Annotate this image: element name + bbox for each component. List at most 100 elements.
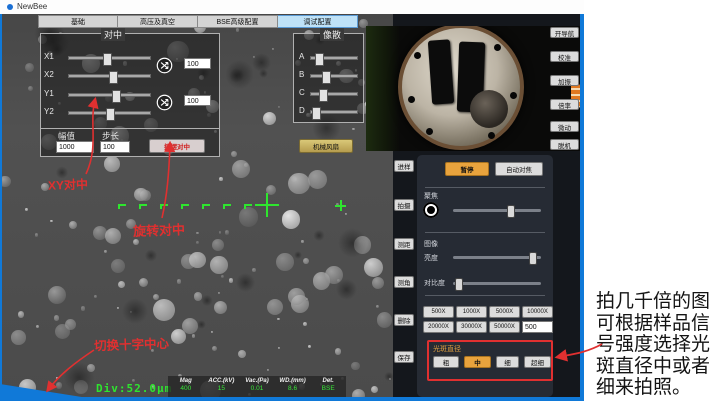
sem-particle	[133, 239, 139, 245]
sem-image[interactable]: 对中 X1X2Y1Y2 幅值 1000 步长 100 摇摆对中 100100 像…	[2, 14, 393, 397]
title-bar[interactable]: NewBee	[0, 0, 584, 15]
pause-button[interactable]: 暂停	[445, 162, 489, 176]
status-label: Det.	[310, 378, 346, 384]
sem-particle	[335, 348, 342, 355]
green-tick-mark	[139, 204, 147, 209]
slider-handle-D[interactable]	[312, 107, 321, 120]
tab-基础[interactable]: 基础	[38, 15, 118, 28]
mag-button-10000X[interactable]: 10000X	[522, 306, 553, 318]
sem-shadow-blob	[294, 251, 302, 259]
slider-X2[interactable]	[68, 74, 151, 78]
status-value: 8.6	[275, 385, 311, 392]
sem-particle	[2, 176, 11, 188]
slider-handle-C[interactable]	[319, 89, 328, 102]
focus-dot-icon	[423, 202, 439, 218]
tool-button-保存[interactable]: 保存	[394, 351, 414, 363]
slider-handle-B[interactable]	[322, 71, 331, 84]
focus-slider[interactable]	[453, 209, 541, 212]
sem-particle	[218, 292, 220, 294]
side-note-text: 拍几千倍的图 可根据样品信 号强度选择光 斑直径中或者 细来拍照。	[596, 291, 718, 399]
focus-label: 聚焦	[424, 191, 438, 201]
contrast-slider[interactable]	[453, 282, 541, 285]
status-column-Mag: Mag400	[168, 376, 204, 397]
wobble-centering-button[interactable]: 摇摆对中	[149, 139, 205, 153]
slider-A[interactable]	[310, 56, 358, 60]
mechanical-fan-button[interactable]: 机械风扇	[299, 139, 353, 153]
sem-particle	[306, 298, 308, 300]
tab-BSE高级配置[interactable]: BSE高级配置	[198, 15, 278, 28]
swap-xy-icon[interactable]	[156, 57, 173, 74]
window-border-bottom	[0, 397, 584, 401]
status-value: 400	[168, 385, 204, 392]
slider-handle-X2[interactable]	[109, 71, 118, 84]
sem-particle	[196, 241, 199, 244]
slider-Y2[interactable]	[68, 111, 151, 115]
magnification-input[interactable]: 500	[522, 321, 553, 333]
swap-xy-icon[interactable]	[156, 94, 173, 111]
mag-button-20000X[interactable]: 20000X	[423, 321, 454, 333]
sem-particle	[277, 318, 279, 320]
step-input[interactable]: 100	[100, 141, 130, 153]
mag-button-5000X[interactable]: 5000X	[489, 306, 520, 318]
slider-Y1[interactable]	[68, 93, 151, 97]
slider-C[interactable]	[310, 92, 358, 96]
slider-label-Y2: Y2	[44, 107, 54, 116]
slider-label-Y1: Y1	[44, 89, 54, 98]
slider-handle-X1[interactable]	[103, 53, 112, 66]
brightness-label: 亮度	[424, 253, 438, 263]
focus-slider-handle[interactable]	[507, 205, 515, 218]
tool-button-拍摄[interactable]: 拍摄	[394, 199, 414, 211]
tool-button-删除[interactable]: 删除	[394, 314, 414, 326]
tool-button-测距[interactable]: 测距	[394, 238, 414, 250]
sem-particle	[192, 334, 196, 338]
sem-particle	[372, 277, 384, 289]
sem-shadow-blob	[336, 279, 357, 300]
sem-particle	[54, 315, 60, 321]
window-title: NewBee	[17, 2, 47, 11]
status-value: 15	[204, 385, 240, 392]
autofocus-button[interactable]: 自动对焦	[495, 162, 543, 176]
edge-button-微动[interactable]: 微动	[550, 121, 579, 132]
edge-button-加振[interactable]: 加振	[550, 75, 579, 86]
green-tick-mark	[118, 204, 126, 209]
mag-button-30000X[interactable]: 30000X	[456, 321, 487, 333]
window-border-right	[580, 14, 584, 401]
green-tick-mark	[244, 204, 252, 209]
mag-button-50000X[interactable]: 50000X	[489, 321, 520, 333]
slider-B[interactable]	[310, 74, 358, 78]
mag-button-1000X[interactable]: 1000X	[456, 306, 487, 318]
brightness-slider-handle[interactable]	[529, 252, 537, 265]
brightness-slider[interactable]	[453, 256, 541, 259]
slider-X1[interactable]	[68, 56, 151, 60]
sem-particle	[153, 299, 175, 321]
annotation-xy-centering: XY对中	[48, 175, 89, 193]
sem-particle	[111, 259, 125, 273]
mag-button-500X[interactable]: 500X	[423, 306, 454, 318]
edge-button-校准[interactable]: 校准	[550, 51, 579, 62]
sem-particle	[225, 230, 229, 234]
tool-button-进样[interactable]: 进样	[394, 160, 414, 172]
sem-particle	[352, 389, 365, 397]
centering-panel: 对中 X1X2Y1Y2 幅值 1000 步长 100 摇摆对中 100100	[40, 33, 220, 157]
swap-input-0[interactable]: 100	[184, 58, 211, 69]
sem-shadow-blob	[138, 395, 162, 397]
status-column-Det.: Det.BSE	[310, 376, 346, 397]
specimen-puck	[470, 90, 508, 128]
tab-高压及真空[interactable]: 高压及真空	[118, 15, 198, 28]
slider-handle-Y1[interactable]	[112, 90, 121, 103]
edge-button-开导航[interactable]: 开导航	[550, 27, 579, 38]
slider-handle-A[interactable]	[315, 53, 324, 66]
panel-divider	[41, 128, 219, 129]
slider-D[interactable]	[310, 110, 358, 114]
contrast-label: 对比度	[424, 278, 445, 288]
amplitude-input[interactable]: 1000	[56, 141, 94, 153]
edge-button-脱机[interactable]: 脱机	[550, 139, 579, 150]
swap-input-1[interactable]: 100	[184, 95, 211, 106]
contrast-slider-handle[interactable]	[455, 278, 463, 291]
sem-shadow-blob	[122, 298, 147, 323]
tab-调试配置[interactable]: 调试配置	[278, 15, 358, 28]
sem-particle	[301, 240, 303, 242]
edge-button-倍率[interactable]: 倍率	[550, 99, 579, 110]
tool-button-测角[interactable]: 测角	[394, 276, 414, 288]
slider-handle-Y2[interactable]	[106, 108, 115, 121]
